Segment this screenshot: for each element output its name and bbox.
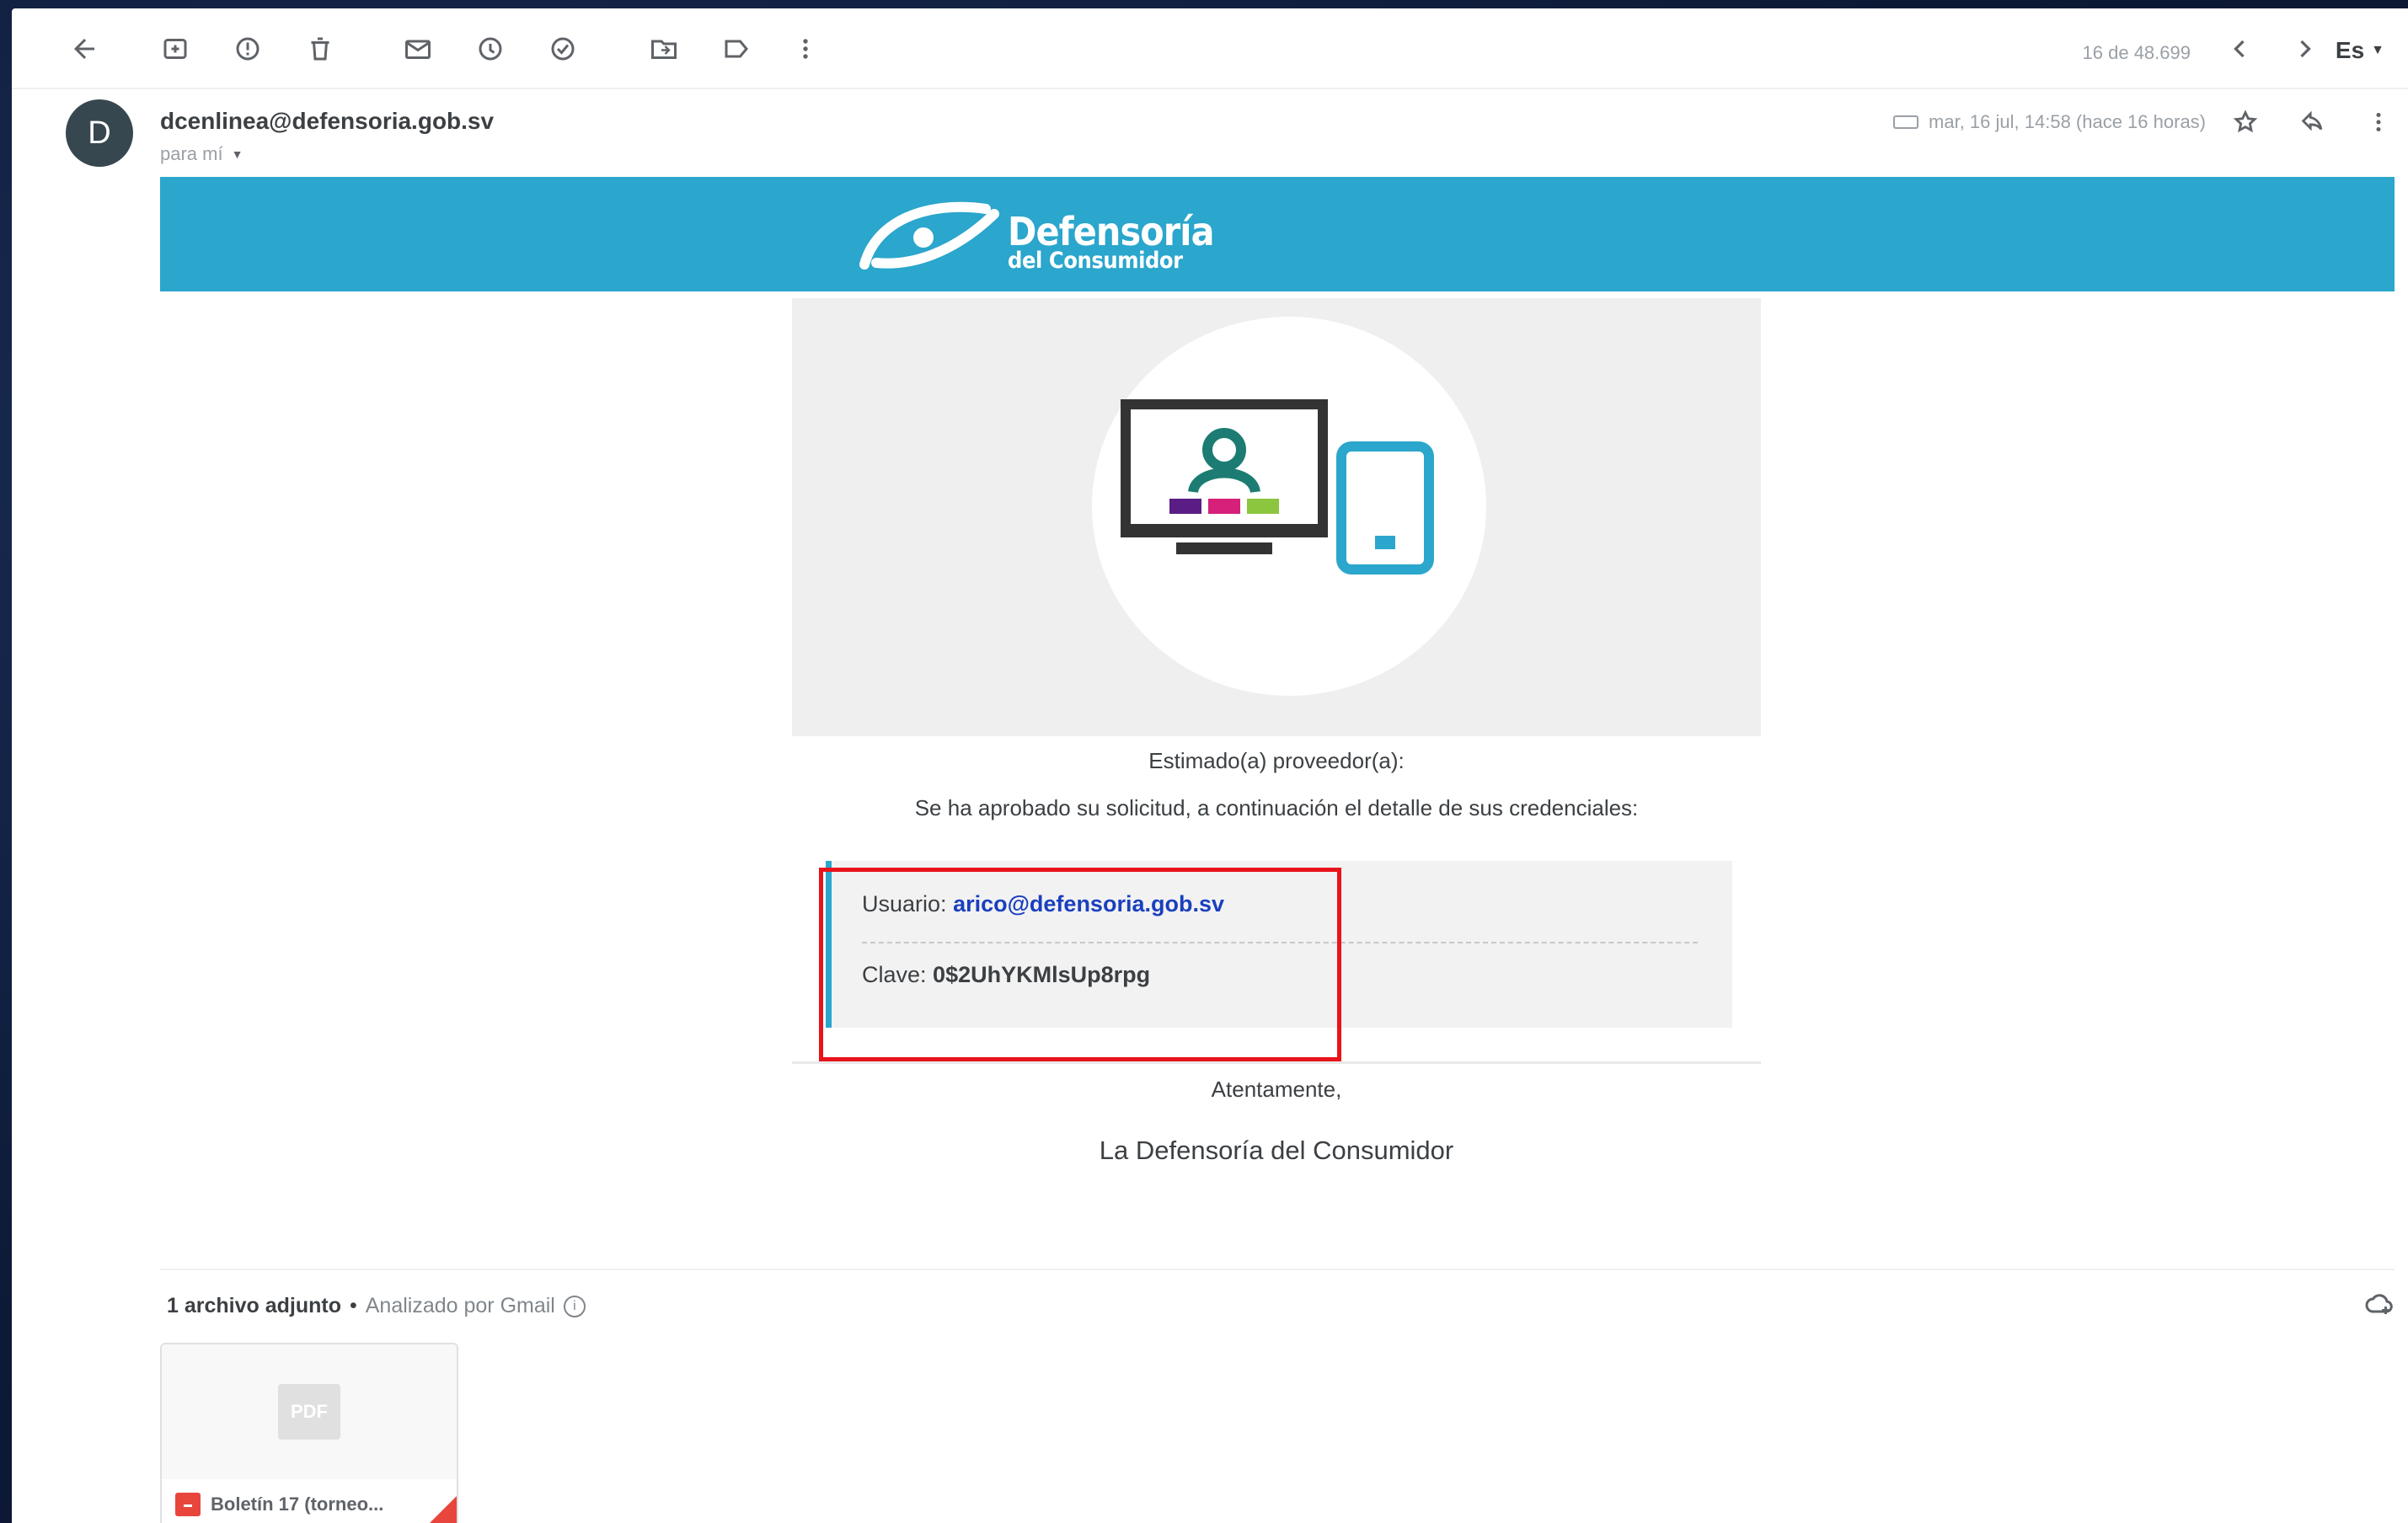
delete-icon[interactable] — [302, 30, 339, 67]
star-icon[interactable] — [2231, 108, 2265, 142]
separator-dot: • — [349, 1294, 357, 1317]
monitor-tablet-icon — [1121, 399, 1434, 574]
defensoria-logo: Defensoría del Consumidor — [859, 195, 1215, 276]
add-task-icon[interactable] — [544, 30, 581, 67]
message-toolbar: 16 de 48.699 Es ▼ — [12, 8, 2408, 89]
recipient-details[interactable]: para mí ▼ — [160, 143, 243, 165]
desktop-background: 16 de 48.699 Es ▼ D dcenlinea@defensoria… — [0, 0, 2408, 1523]
more-options-icon[interactable] — [787, 30, 824, 67]
email-banner: Defensoría del Consumidor — [160, 177, 2395, 291]
mark-unread-icon[interactable] — [399, 30, 436, 67]
gmail-message-view: 16 de 48.699 Es ▼ D dcenlinea@defensoria… — [12, 8, 2408, 1523]
signature: La Defensoría del Consumidor — [1099, 1136, 1454, 1165]
reply-icon[interactable] — [2298, 108, 2332, 142]
caret-down-icon: ▼ — [2371, 43, 2384, 57]
greeting: Estimado(a) proveedor(a): — [1148, 748, 1405, 773]
attachments-header: 1 archivo adjunto • Analizado por Gmail … — [167, 1294, 586, 1318]
language-label: Es — [2335, 37, 2365, 63]
move-to-folder-icon[interactable] — [645, 30, 682, 67]
attachment-name-row: ▬ Boletín 17 (torneo... — [175, 1493, 383, 1516]
approval-message: Se ha aprobado su solicitud, a continuac… — [914, 795, 1639, 820]
report-spam-icon[interactable] — [229, 30, 266, 67]
scan-status: Analizado por Gmail — [365, 1294, 555, 1317]
newer-chevron-left-icon[interactable] — [2221, 30, 2258, 67]
red-highlight-box — [819, 868, 1341, 1061]
caret-down-icon: ▼ — [231, 147, 243, 161]
attachment-count: 1 archivo adjunto — [167, 1294, 341, 1317]
sender-address[interactable]: dcenlinea@defensoria.gob.sv — [160, 108, 494, 135]
attachment-thumbnail: PDF — [162, 1344, 457, 1479]
attachment-card[interactable]: PDF ▬ Boletín 17 (torneo... — [160, 1343, 458, 1523]
snooze-clock-icon[interactable] — [472, 30, 509, 67]
add-to-drive-icon[interactable] — [2364, 1289, 2398, 1323]
eye-logo-icon — [859, 201, 999, 270]
info-icon[interactable]: i — [563, 1295, 586, 1317]
attachment-indicator-icon — [1893, 115, 1919, 129]
hero-illustration — [792, 298, 1761, 736]
language-selector[interactable]: Es ▼ — [2336, 37, 2384, 64]
corner-fold — [423, 1496, 457, 1523]
older-chevron-right-icon[interactable] — [2287, 30, 2324, 67]
closing: Atentamente, — [1211, 1077, 1342, 1102]
pdf-file-icon: ▬ — [175, 1493, 201, 1516]
logo-subtitle: del Consumidor — [1008, 248, 1183, 274]
attachment-filename: Boletín 17 (torneo... — [211, 1494, 384, 1515]
message-more-options-icon[interactable] — [2364, 108, 2398, 142]
message-date: mar, 16 jul, 14:58 (hace 16 horas) — [1893, 111, 2206, 133]
divider — [160, 1269, 2395, 1270]
label-icon[interactable] — [718, 30, 755, 67]
archive-icon[interactable] — [157, 30, 194, 67]
pager-count: 16 de 48.699 — [2082, 42, 2191, 63]
sender-avatar[interactable]: D — [66, 99, 133, 167]
divider — [792, 1061, 1761, 1064]
recipient-label: para mí — [160, 143, 223, 164]
back-arrow-icon[interactable] — [66, 30, 103, 67]
date-text: mar, 16 jul, 14:58 (hace 16 horas) — [1929, 111, 2206, 132]
pdf-placeholder-icon: PDF — [278, 1384, 340, 1440]
